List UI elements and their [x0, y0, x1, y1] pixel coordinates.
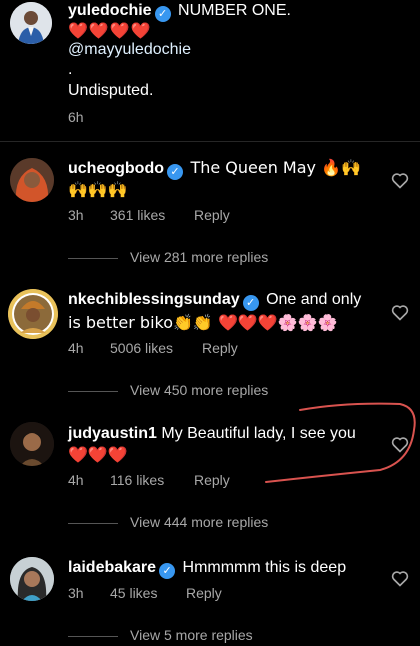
view-more-replies-button[interactable]: View 281 more replies — [68, 249, 268, 265]
comment-username[interactable]: nkechiblessingsunday — [68, 291, 240, 308]
comment-time: 4h — [68, 340, 84, 356]
reply-button[interactable]: Reply — [194, 207, 230, 223]
comment-text: One and only — [266, 291, 362, 308]
verified-badge-icon: ✓ — [166, 164, 183, 180]
post-caption-dot: . — [68, 61, 73, 78]
comment-time: 3h — [68, 207, 84, 223]
comment-username[interactable]: laidebakare — [68, 559, 156, 576]
view-more-line — [68, 635, 118, 637]
heart-outline-icon[interactable] — [390, 568, 410, 588]
reply-button[interactable]: Reply — [194, 472, 230, 488]
heart-outline-icon[interactable] — [390, 170, 410, 190]
post-username[interactable]: yuledochie — [68, 2, 152, 19]
heart-outline-icon[interactable] — [390, 302, 410, 322]
view-more-replies-button[interactable]: View 444 more replies — [68, 514, 268, 530]
comment-likes[interactable]: 361 likes — [110, 207, 194, 223]
verified-badge-icon: ✓ — [159, 563, 176, 579]
view-more-label: View 444 more replies — [130, 514, 269, 530]
comment-text: The Queen May 🔥🙌 — [190, 158, 361, 177]
comment-username[interactable]: ucheogbodo — [68, 160, 164, 177]
comment-username[interactable]: judyaustin1 — [68, 425, 157, 442]
reply-button[interactable]: Reply — [202, 340, 238, 356]
post-caption-line1: NUMBER ONE. — [178, 2, 291, 19]
avatar-image — [10, 2, 52, 44]
view-more-line — [68, 257, 118, 259]
avatar-image — [8, 289, 58, 339]
avatar[interactable] — [8, 289, 58, 339]
view-more-replies-button[interactable]: View 5 more replies — [68, 627, 253, 643]
avatar[interactable] — [10, 158, 54, 202]
comment-text-line2: is better biko👏👏 ❤️❤️❤️🌸🌸🌸 — [68, 313, 338, 332]
comment-likes[interactable]: 45 likes — [110, 585, 186, 601]
heart-outline-icon[interactable] — [390, 434, 410, 454]
post-caption-line3: Undisputed. — [68, 82, 154, 99]
view-more-replies-button[interactable]: View 450 more replies — [68, 382, 268, 398]
avatar[interactable] — [10, 2, 52, 44]
view-more-label: View 5 more replies — [130, 627, 253, 643]
verified-badge-icon: ✓ — [242, 295, 259, 311]
comment-likes[interactable]: 5006 likes — [110, 340, 202, 356]
verified-badge-icon: ✓ — [154, 6, 171, 22]
view-more-label: View 281 more replies — [130, 249, 269, 265]
post-time: 6h — [68, 109, 84, 125]
post-mention-link[interactable]: @mayyuledochie — [68, 39, 191, 61]
avatar-image — [10, 557, 54, 601]
avatar-image — [10, 158, 54, 202]
avatar-image — [10, 422, 54, 466]
comment-text: Hmmmmm this is deep — [182, 559, 347, 576]
avatar[interactable] — [10, 422, 54, 466]
view-more-line — [68, 522, 118, 524]
reply-button[interactable]: Reply — [186, 585, 222, 601]
comment-text-line2: 🙌🙌🙌 — [68, 180, 128, 199]
comment-text-line2: ❤️❤️❤️ — [68, 445, 128, 464]
view-more-line — [68, 390, 118, 392]
comment-time: 4h — [68, 472, 84, 488]
comment-likes[interactable]: 116 likes — [110, 472, 194, 488]
comment-time: 3h — [68, 585, 84, 601]
divider — [0, 141, 420, 142]
avatar[interactable] — [10, 557, 54, 601]
comment-text: My Beautiful lady, I see you — [161, 425, 356, 442]
view-more-label: View 450 more replies — [130, 382, 269, 398]
